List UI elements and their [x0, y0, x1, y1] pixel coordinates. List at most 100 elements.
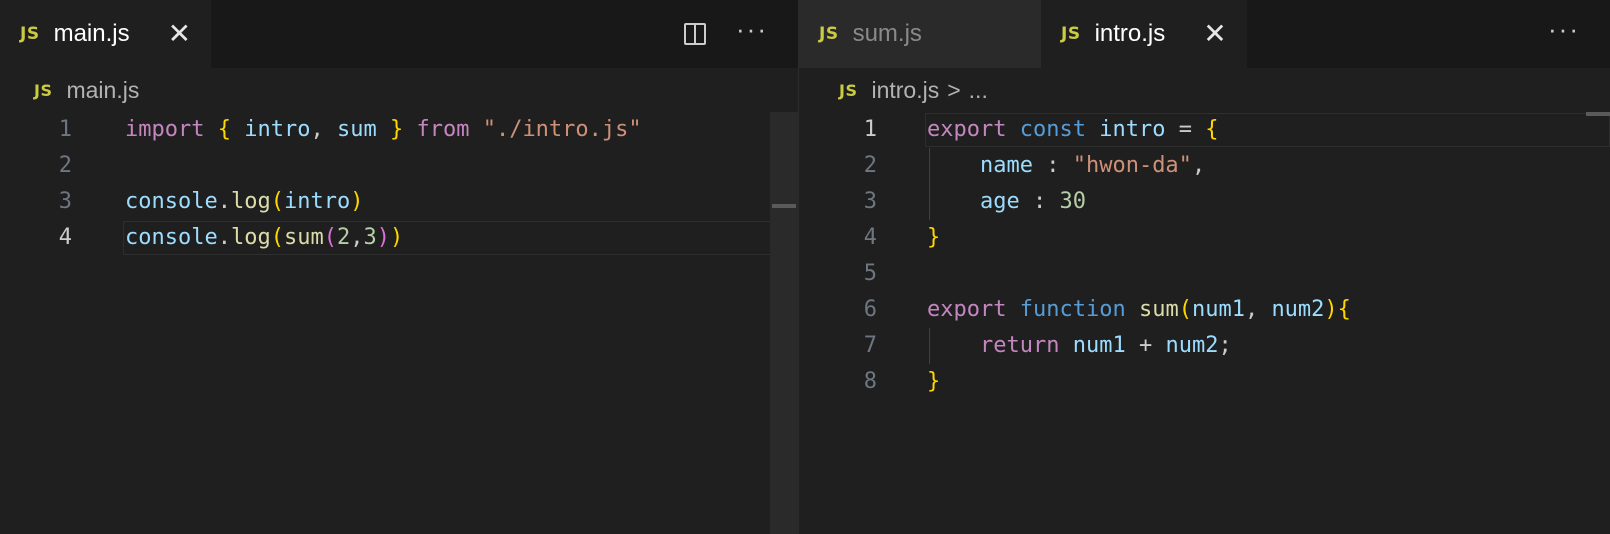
code-token: ) [376, 225, 390, 250]
code-token: , [350, 225, 364, 250]
code-token: : [1032, 153, 1073, 178]
code-token: "./intro.js" [482, 117, 642, 142]
code-token: const [1019, 117, 1086, 142]
code-token: sum [283, 225, 324, 250]
code-text: console.log(intro) [125, 184, 363, 220]
breadcrumb-symbol[interactable]: ... [969, 77, 988, 104]
code-line[interactable]: 8} [799, 364, 1610, 400]
tab-label: main.js [53, 20, 130, 47]
code-line[interactable]: 5 [799, 256, 1610, 292]
code-token: intro [283, 189, 351, 214]
code-line[interactable]: 6 export function sum(num1, num2){ [799, 292, 1610, 328]
code-token: num1 [1072, 333, 1126, 358]
code-token: num2 [1271, 297, 1325, 322]
close-icon[interactable]: ✕ [168, 20, 191, 48]
line-number: 4 [58, 225, 72, 250]
code-token: , [310, 117, 337, 142]
code-line[interactable]: 4 console.log(sum(2,3)) [0, 220, 798, 256]
code-line[interactable]: 2 name : "hwon-da", [799, 148, 1610, 184]
code-token: { [1337, 297, 1351, 322]
code-token: function [1019, 297, 1126, 322]
code-line[interactable]: 1 export const intro = { [799, 112, 1610, 148]
line-number: 3 [863, 189, 877, 214]
code-line[interactable]: 7 return num1 + num2; [799, 328, 1610, 364]
tab-label: sum.js [852, 20, 922, 47]
code-token: num2 [1165, 333, 1219, 358]
editor-group-right: JS sum.js JS intro.js ✕ ··· JS intro.js … [798, 0, 1610, 534]
line-number: 5 [863, 261, 877, 286]
close-icon[interactable]: ✕ [1203, 20, 1226, 48]
code-line[interactable]: 4} [799, 220, 1610, 256]
code-token: = [1165, 117, 1206, 142]
code-token: ( [1178, 297, 1192, 322]
code-token: name [979, 153, 1033, 178]
code-token: intro [1099, 117, 1166, 142]
code-line[interactable]: 3 console.log(intro) [0, 184, 798, 220]
code-line[interactable]: 2 [0, 148, 798, 184]
vertical-scrollbar[interactable] [770, 112, 798, 534]
split-editor-button[interactable] [684, 23, 707, 45]
split-editor-icon [684, 23, 707, 45]
code-token: , [1244, 297, 1272, 322]
code-token: sum [336, 117, 377, 142]
breadcrumb: JS main.js [0, 68, 798, 112]
tab-bar-right: JS sum.js JS intro.js ✕ ··· [799, 0, 1610, 68]
breadcrumb-file[interactable]: intro.js [871, 77, 939, 104]
scrollbar-thumb[interactable] [1586, 112, 1610, 116]
editor-window: JS main.js ✕ ··· JS main.js 1 import { in… [0, 0, 1610, 534]
editor-actions-right: ··· [1548, 0, 1610, 68]
code-text: import { intro, sum } from "./intro.js" [125, 112, 642, 148]
code-line[interactable]: 1 import { intro, sum } from "./intro.js" [0, 112, 798, 148]
code-editor-left[interactable]: 1 import { intro, sum } from "./intro.js"… [0, 112, 798, 534]
code-token: import [125, 117, 205, 142]
code-text: age : 30 [927, 184, 1086, 220]
code-token: } [927, 369, 941, 394]
code-token: return [979, 333, 1060, 358]
line-number: 4 [863, 225, 877, 250]
more-actions-button[interactable]: ··· [736, 16, 768, 52]
breadcrumb: JS intro.js > ... [799, 68, 1610, 112]
js-file-icon: JS [819, 24, 839, 44]
code-token: 30 [1059, 189, 1086, 214]
code-token: intro [244, 117, 311, 142]
scrollbar-thumb[interactable] [772, 204, 796, 208]
line-number: 1 [863, 117, 877, 142]
code-token: 2 [336, 225, 351, 250]
code-token: export [927, 297, 1007, 322]
code-token: log [230, 189, 271, 214]
code-token: ; [1218, 333, 1232, 358]
line-number: 6 [863, 297, 877, 322]
line-number: 2 [863, 153, 877, 178]
code-token: { [217, 117, 231, 142]
tab-intro-js[interactable]: JS intro.js ✕ [1041, 0, 1247, 68]
code-token: ) [1324, 297, 1338, 322]
code-token: export [927, 117, 1007, 142]
code-token: "hwon-da" [1072, 153, 1192, 178]
code-token: console [125, 189, 218, 214]
code-token: age [979, 189, 1020, 214]
code-editor-right[interactable]: 1 export const intro = {2 name : "hwon-da… [799, 112, 1610, 534]
code-token: ( [270, 189, 284, 214]
code-token: log [230, 225, 271, 250]
code-text: name : "hwon-da", [927, 148, 1205, 184]
line-number: 7 [863, 333, 877, 358]
code-token: num1 [1191, 297, 1245, 322]
code-text: export function sum(num1, num2){ [927, 292, 1351, 328]
editor-actions-left: ··· [684, 0, 798, 68]
tab-main-js[interactable]: JS main.js ✕ [0, 0, 212, 68]
more-actions-button[interactable]: ··· [1548, 16, 1580, 52]
breadcrumb-file[interactable]: main.js [66, 77, 139, 104]
chevron-right-icon: > [947, 76, 961, 103]
tab-sum-js[interactable]: JS sum.js [799, 0, 1041, 68]
code-text: console.log(sum(2,3)) [125, 220, 403, 256]
code-line[interactable]: 3 age : 30 [799, 184, 1610, 220]
